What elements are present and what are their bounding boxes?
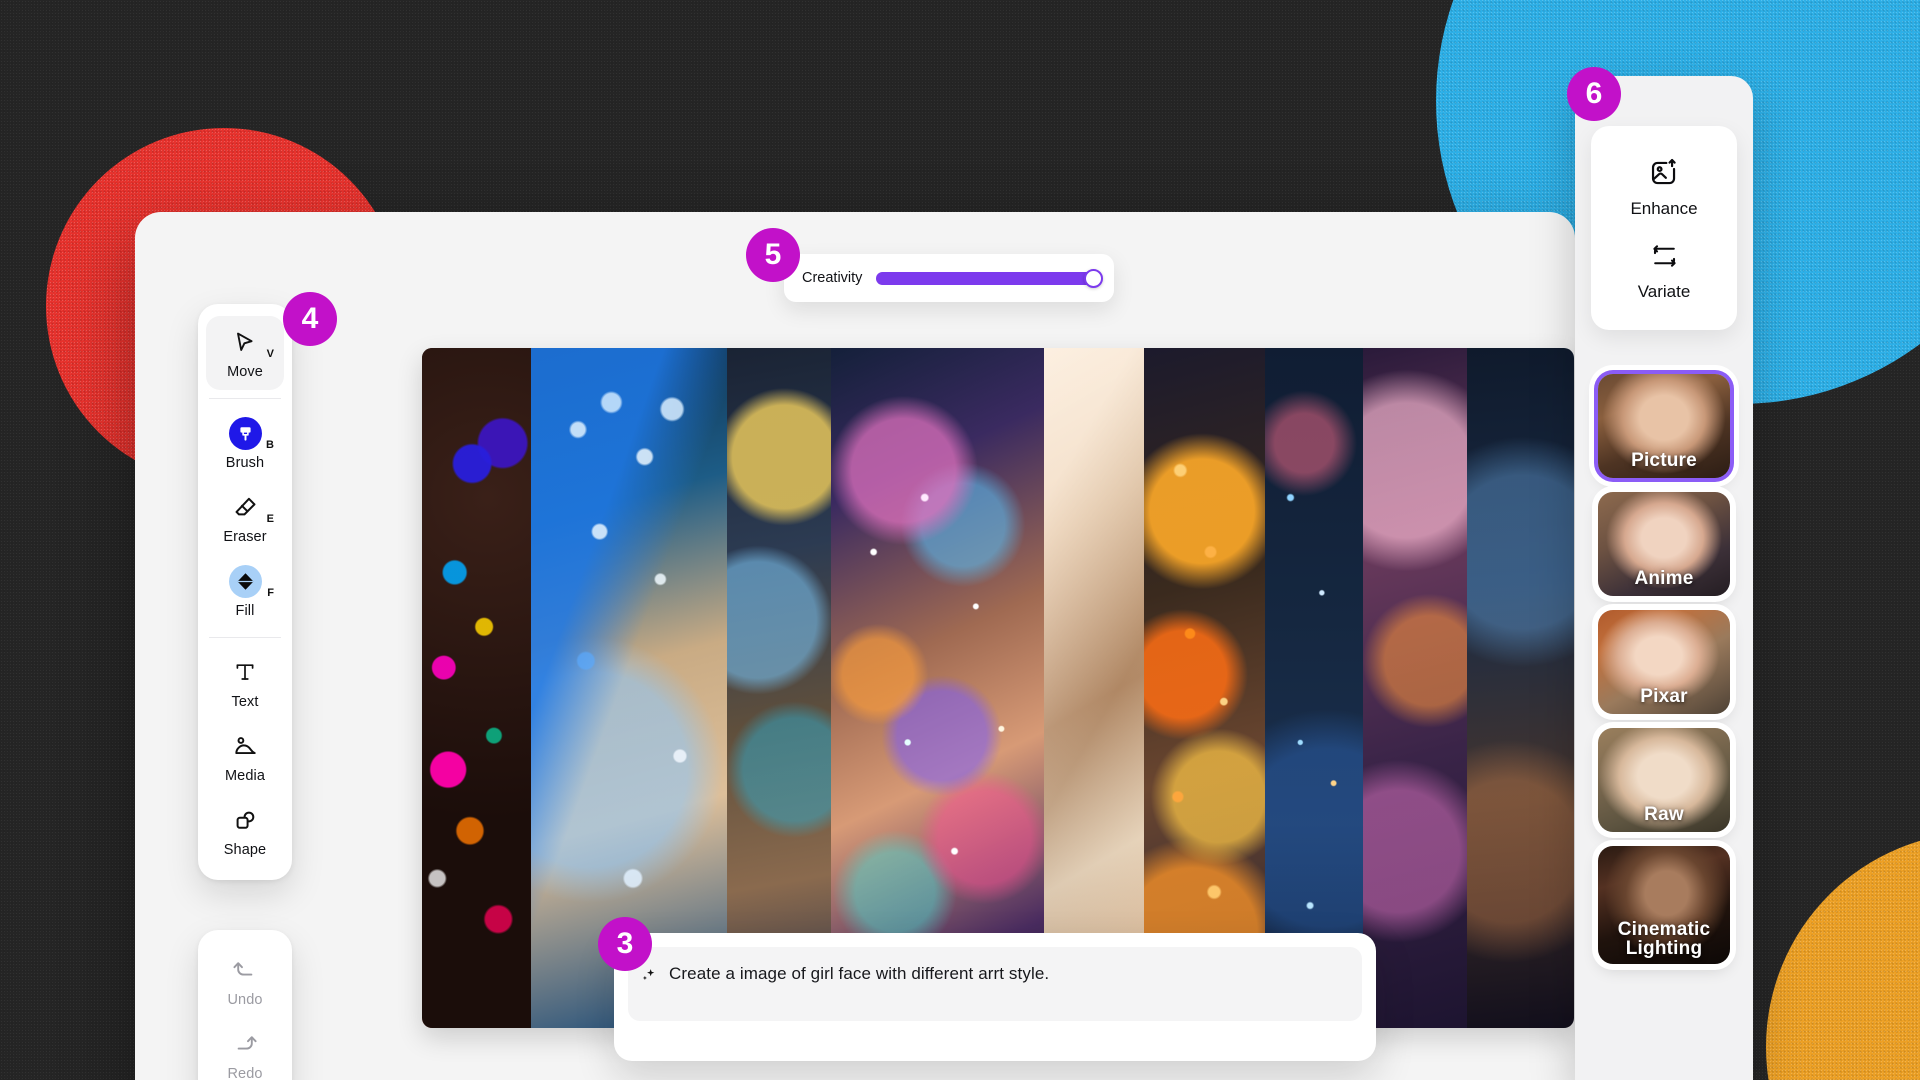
tool-text[interactable]: Text [206,646,284,720]
tool-move[interactable]: V Move [206,316,284,390]
redo-label: Redo [227,1066,263,1080]
step-badge-4: 4 [283,292,337,346]
divider [209,637,281,638]
creativity-slider-card: Creativity [784,254,1114,302]
style-card-raw[interactable]: Raw [1598,728,1730,832]
image-strip-panel[interactable] [1466,348,1574,1028]
style-label: Picture [1631,450,1697,472]
variate-button[interactable]: Variate [1591,227,1737,310]
enhance-button[interactable]: Enhance [1591,144,1737,227]
image-strip-panel[interactable] [1044,348,1145,1028]
style-card-picture[interactable]: Picture [1598,374,1730,478]
tool-label: Fill [235,603,255,619]
style-label: Raw [1644,804,1684,826]
step-badge-5: 5 [746,228,800,282]
image-strip-panel[interactable] [1363,348,1467,1028]
tool-rail: V Move B Brush E Eraser F Fill Text Medi… [198,304,292,880]
media-icon [206,731,284,761]
tool-label: Media [225,768,265,784]
tool-label: Text [231,694,259,710]
divider [209,398,281,399]
image-strip-panel[interactable] [830,348,1045,1028]
tool-media[interactable]: Media [206,720,284,794]
undo-icon [206,955,284,985]
eraser-icon: E [206,492,284,525]
enhance-label: Enhance [1630,199,1698,218]
slider-handle[interactable] [1084,268,1103,288]
style-label: Cinematic Lighting [1617,918,1711,960]
step-badge-6: 6 [1567,67,1621,121]
undo-label: Undo [227,992,263,1008]
style-card-cinematic-lighting[interactable]: Cinematic Lighting [1598,846,1730,964]
tool-label: Brush [225,455,265,471]
tool-shape[interactable]: Shape [206,794,284,868]
redo-icon [206,1029,284,1059]
step-badge-3: 3 [598,917,652,971]
tool-shortcut: B [266,439,274,451]
repeat-arrows-icon [1591,239,1737,273]
history-rail: Undo Redo [198,930,292,1080]
tool-shortcut: V [266,348,274,360]
generated-image-strip[interactable] [422,348,1574,1028]
tool-fill[interactable]: F Fill [206,555,284,629]
prompt-text[interactable]: Create a image of girl face with differe… [669,964,1049,984]
creativity-slider[interactable] [876,268,1103,288]
tool-brush[interactable]: B Brush [206,407,284,481]
tool-eraser[interactable]: E Eraser [206,481,284,555]
fill-icon: F [206,564,284,599]
style-card-anime[interactable]: Anime [1598,492,1730,596]
sparkle-icon [640,967,657,989]
style-label: Pixar [1640,686,1688,708]
tool-label: Eraser [223,529,267,545]
tool-shortcut: E [266,513,274,525]
image-enhance-icon [1591,156,1737,190]
style-card-pixar[interactable]: Pixar [1598,610,1730,714]
variate-label: Variate [1637,282,1691,301]
undo-button[interactable]: Undo [206,944,284,1018]
prompt-bar[interactable]: Create a image of girl face with differe… [614,933,1376,1061]
orange-circle-decoration [1766,832,1920,1080]
tool-label: Move [227,364,263,380]
brush-icon: B [206,416,284,451]
text-icon [206,657,284,687]
image-strip-panel[interactable] [1144,348,1266,1028]
redo-button[interactable]: Redo [206,1018,284,1080]
tool-shortcut: F [267,587,274,599]
ai-actions-card: Enhance Variate [1591,126,1737,330]
image-strip-panel[interactable] [727,348,831,1028]
tool-label: Shape [223,842,267,858]
shape-icon [206,805,284,835]
creativity-label: Creativity [802,270,863,286]
style-label: Anime [1634,568,1694,590]
cursor-icon: V [206,327,284,360]
image-strip-panel[interactable] [422,348,532,1028]
prompt-input-wrapper[interactable]: Create a image of girl face with differe… [628,947,1362,1021]
slider-fill [876,271,1096,285]
style-list: Picture Anime Pixar Raw Cinematic Lighti… [1591,374,1737,978]
right-panel: Enhance Variate Picture Anime Pixar Raw … [1575,76,1753,1080]
image-strip-panel[interactable] [1265,348,1364,1028]
screenshot-root: V Move B Brush E Eraser F Fill Text Medi… [0,0,1920,1080]
